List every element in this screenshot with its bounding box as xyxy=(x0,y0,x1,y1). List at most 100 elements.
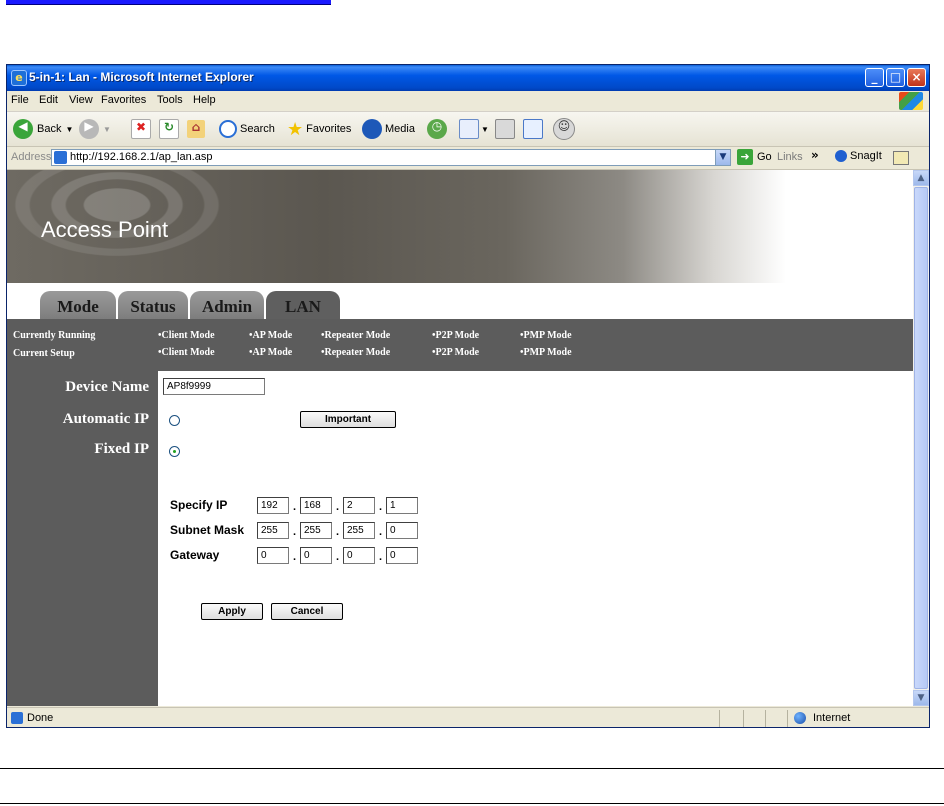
forward-button[interactable]: ▶ ▼ xyxy=(79,118,111,140)
apply-button[interactable]: Apply xyxy=(201,603,263,620)
search-button[interactable]: Search xyxy=(219,118,275,140)
important-button[interactable]: Important xyxy=(300,411,396,428)
ip-dot: . xyxy=(379,551,383,563)
scroll-up-icon[interactable]: ▲ xyxy=(913,170,929,186)
currently-running-label: Currently Running xyxy=(13,330,96,341)
running-pmp-mode: •PMP Mode xyxy=(520,330,572,341)
subnet-mask-octet-4[interactable]: 0 xyxy=(386,522,418,539)
dropdown-arrow-icon: ▼ xyxy=(103,124,111,134)
ip-dot: . xyxy=(336,501,340,513)
favorites-button[interactable]: ★ Favorites xyxy=(287,118,351,140)
snagit-label: SnagIt xyxy=(850,150,882,162)
status-divider xyxy=(743,710,744,727)
menu-view[interactable]: View xyxy=(69,94,93,106)
menu-tools[interactable]: Tools xyxy=(157,94,183,106)
scroll-down-icon[interactable]: ▼ xyxy=(913,690,929,706)
address-dropdown-icon[interactable]: ▼ xyxy=(715,149,731,166)
snagit-capture-icon[interactable] xyxy=(893,151,909,165)
running-client-mode: •Client Mode xyxy=(158,330,215,341)
media-label: Media xyxy=(385,123,415,135)
cancel-button[interactable]: Cancel xyxy=(271,603,343,620)
menu-favorites[interactable]: Favorites xyxy=(101,94,146,106)
go-button[interactable]: ➜ Go xyxy=(737,149,772,165)
tab-lan[interactable]: LAN xyxy=(266,291,340,319)
running-ap-mode: •AP Mode xyxy=(249,330,293,341)
snagit-button[interactable]: SnagIt xyxy=(835,150,882,162)
specify-ip-octet-2[interactable]: 168 xyxy=(300,497,332,514)
links-label[interactable]: Links xyxy=(777,151,803,163)
subnet-mask-octet-3[interactable]: 255 xyxy=(343,522,375,539)
menu-edit[interactable]: Edit xyxy=(39,94,58,106)
device-name-label: Device Name xyxy=(65,379,149,395)
page-content: Access Point Mode Status Admin LAN Curre… xyxy=(7,170,913,706)
subnet-mask-octet-1[interactable]: 255 xyxy=(257,522,289,539)
messenger-button[interactable]: ☺ xyxy=(553,118,575,140)
vertical-scrollbar[interactable]: ▲ ▼ xyxy=(913,170,929,706)
gateway-label: Gateway xyxy=(170,548,220,562)
specify-ip-octet-1[interactable]: 192 xyxy=(257,497,289,514)
gateway-octet-4[interactable]: 0 xyxy=(386,547,418,564)
refresh-icon: ↻ xyxy=(159,119,179,139)
back-label: Back xyxy=(37,123,62,135)
address-input[interactable]: http://192.168.2.1/ap_lan.asp xyxy=(51,149,727,166)
lan-settings-form: AP8f9999 Important Specify IP 192 . 168 … xyxy=(158,371,913,706)
windows-logo-icon xyxy=(899,92,923,110)
search-label: Search xyxy=(240,123,275,135)
window-title: 5-in-1: Lan - Microsoft Internet Explore… xyxy=(29,70,254,84)
ie-window: e 5-in-1: Lan - Microsoft Internet Explo… xyxy=(6,64,930,728)
stop-button[interactable]: ✖ xyxy=(131,118,151,140)
forward-arrow-icon: ▶ xyxy=(79,119,99,139)
messenger-icon: ☺ xyxy=(553,118,575,140)
go-label: Go xyxy=(757,151,772,163)
menu-help[interactable]: Help xyxy=(193,94,216,106)
media-button[interactable]: Media xyxy=(362,118,415,140)
gateway-octet-3[interactable]: 0 xyxy=(343,547,375,564)
gateway-octet-1[interactable]: 0 xyxy=(257,547,289,564)
tab-status[interactable]: Status xyxy=(118,291,188,319)
gateway-octet-2[interactable]: 0 xyxy=(300,547,332,564)
security-zone: Internet xyxy=(813,712,851,724)
specify-ip-octet-4[interactable]: 1 xyxy=(386,497,418,514)
status-divider xyxy=(787,710,788,727)
automatic-ip-radio[interactable] xyxy=(169,415,180,426)
maximize-button[interactable]: □ xyxy=(886,68,905,87)
back-button[interactable]: ◀ Back ▼ xyxy=(13,118,73,140)
minimize-button[interactable]: _ xyxy=(865,68,884,87)
divider-line xyxy=(0,803,944,804)
print-button[interactable] xyxy=(495,118,515,140)
status-divider xyxy=(719,710,720,727)
header-banner: Access Point xyxy=(7,170,913,283)
address-bar: Address http://192.168.2.1/ap_lan.asp ▼ … xyxy=(7,147,929,170)
star-icon: ★ xyxy=(287,118,304,139)
standard-toolbar: ◀ Back ▼ ▶ ▼ ✖ ↻ ⌂ Search ★ Favorites Me… xyxy=(7,112,929,147)
ip-dot: . xyxy=(336,551,340,563)
history-icon: ◷ xyxy=(427,119,447,139)
setup-client-mode: •Client Mode xyxy=(158,347,215,358)
mail-button[interactable]: ▼ xyxy=(459,118,489,140)
links-chevron-icon[interactable]: » xyxy=(811,148,819,162)
tab-admin[interactable]: Admin xyxy=(190,291,264,319)
internet-zone-icon xyxy=(794,712,806,724)
close-button[interactable]: × xyxy=(907,68,926,87)
refresh-button[interactable]: ↻ xyxy=(159,118,179,140)
specify-ip-octet-3[interactable]: 2 xyxy=(343,497,375,514)
history-button[interactable]: ◷ xyxy=(427,118,447,140)
fixed-ip-radio[interactable] xyxy=(169,446,180,457)
subnet-mask-octet-2[interactable]: 255 xyxy=(300,522,332,539)
device-name-input[interactable]: AP8f9999 xyxy=(163,378,265,395)
setup-repeater-mode: •Repeater Mode xyxy=(321,347,391,358)
media-icon xyxy=(362,119,382,139)
menu-file[interactable]: File xyxy=(11,94,29,106)
setup-pmp-mode: •PMP Mode xyxy=(520,347,572,358)
scroll-thumb[interactable] xyxy=(914,187,928,689)
banner-title: Access Point xyxy=(41,217,169,242)
subnet-mask-label: Subnet Mask xyxy=(170,523,245,537)
title-bar[interactable]: e 5-in-1: Lan - Microsoft Internet Explo… xyxy=(7,65,929,91)
edit-button[interactable] xyxy=(523,118,543,140)
home-button[interactable]: ⌂ xyxy=(187,118,205,140)
fixed-ip-label: Fixed IP xyxy=(94,441,149,457)
print-icon xyxy=(495,119,515,139)
setup-ap-mode: •AP Mode xyxy=(249,347,293,358)
tab-mode[interactable]: Mode xyxy=(40,291,116,319)
mail-icon xyxy=(459,119,479,139)
